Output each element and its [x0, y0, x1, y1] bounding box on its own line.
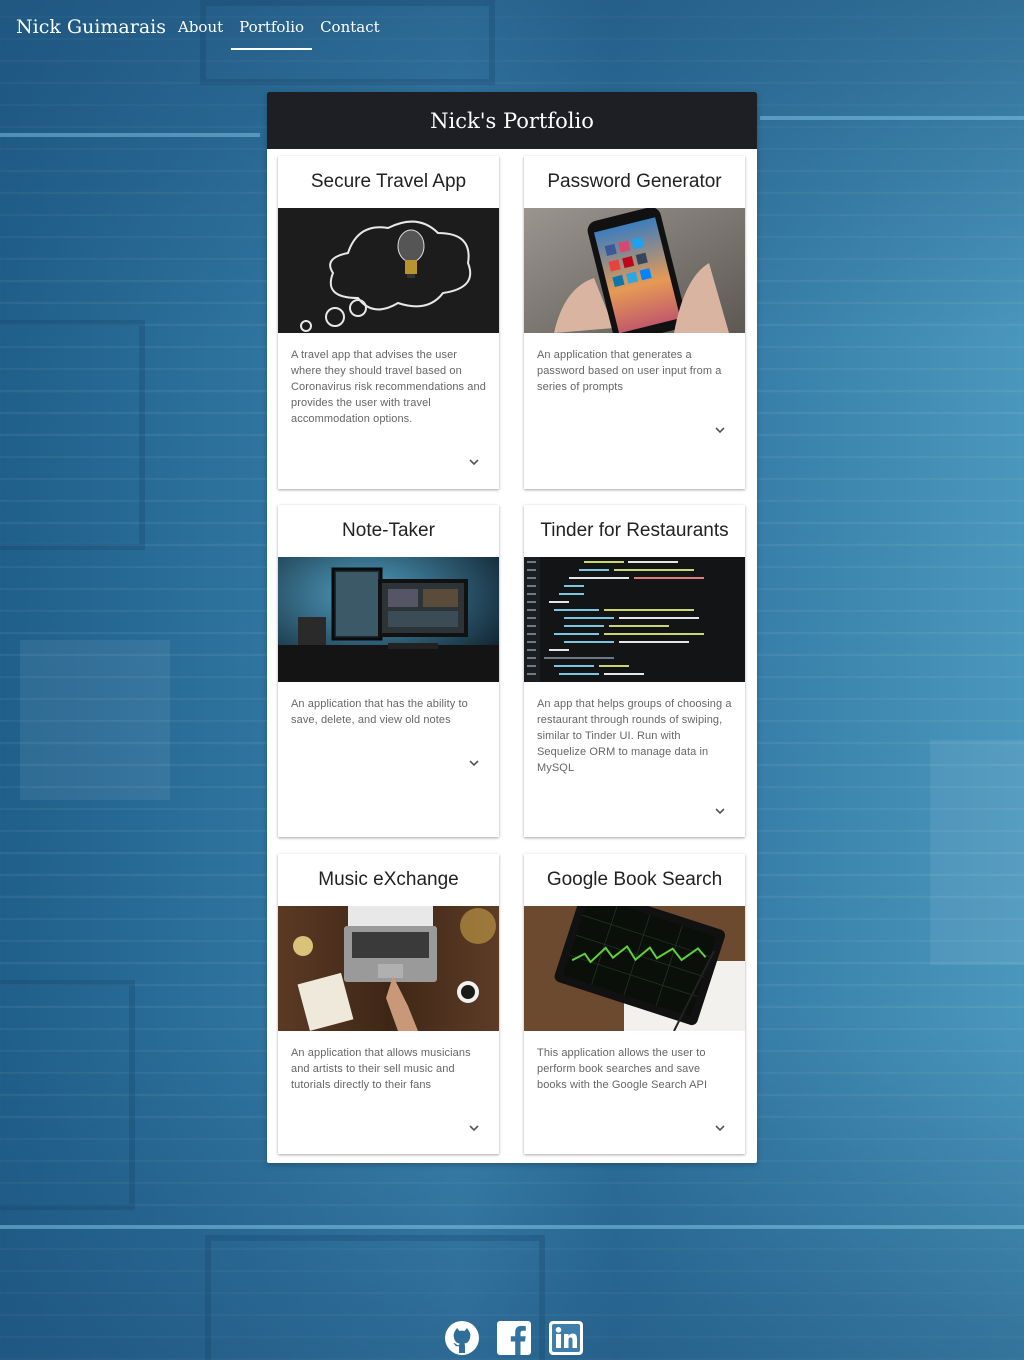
project-card-google-book-search: Google Book Search This application allo…: [524, 854, 745, 1154]
card-title: Google Book Search: [546, 869, 723, 890]
project-card-secure-travel-app: Secure Travel App A travel app that advi…: [278, 156, 499, 489]
nav-link-about[interactable]: About: [170, 0, 231, 50]
card-title: Note-Taker: [342, 520, 435, 541]
nav-links: About Portfolio Contact: [170, 0, 388, 50]
project-image[interactable]: [278, 557, 499, 682]
background-decor: [0, 320, 145, 550]
background-decor: [760, 116, 1024, 120]
github-icon[interactable]: [444, 1320, 480, 1356]
chevron-down-icon[interactable]: [714, 424, 726, 436]
card-description: This application allows the user to perf…: [537, 1047, 708, 1091]
chevron-down-icon[interactable]: [468, 757, 480, 769]
card-description: A travel app that advises the user where…: [291, 349, 486, 425]
portfolio-title: Nick's Portfolio: [267, 92, 757, 149]
nav-link-contact[interactable]: Contact: [312, 0, 388, 50]
card-description: An application that has the ability to s…: [291, 698, 468, 726]
project-image[interactable]: [524, 208, 745, 333]
card-description: An application that allows musicians and…: [291, 1047, 471, 1091]
project-card-note-taker: Note-Taker An application that has the a…: [278, 505, 499, 837]
chevron-down-icon[interactable]: [714, 1122, 726, 1134]
project-card-tinder-for-restaurants: Tinder for Restaurants An app that helps…: [524, 505, 745, 837]
facebook-icon[interactable]: [496, 1320, 532, 1356]
project-image[interactable]: [524, 906, 745, 1031]
card-title: Secure Travel App: [310, 171, 467, 192]
card-title: Tinder for Restaurants: [540, 520, 729, 541]
chevron-down-icon[interactable]: [468, 1122, 480, 1134]
social-links: [444, 1320, 584, 1356]
background-decor: [0, 980, 135, 1210]
background-decor: [930, 740, 1024, 965]
card-title: Music eXchange: [318, 869, 459, 890]
linkedin-icon[interactable]: [548, 1320, 584, 1356]
portfolio-panel: Nick's Portfolio Secure Travel App A tra…: [267, 92, 757, 1163]
project-card-music-exchange: Music eXchange An application that allow…: [278, 854, 499, 1154]
background-decor: [0, 133, 260, 137]
card-description: An app that helps groups of choosing a r…: [537, 698, 732, 774]
background-decor: [0, 1225, 1024, 1229]
card-title: Password Generator: [547, 171, 722, 192]
chevron-down-icon[interactable]: [468, 456, 480, 468]
site-brand[interactable]: Nick Guimarais: [16, 16, 166, 38]
project-image[interactable]: [278, 906, 499, 1031]
project-card-password-generator: Password Generator An application that g…: [524, 156, 745, 489]
chevron-down-icon[interactable]: [714, 805, 726, 817]
card-description: An application that generates a password…: [537, 349, 722, 393]
project-image[interactable]: [524, 557, 745, 682]
project-image[interactable]: [278, 208, 499, 333]
top-navbar: Nick Guimarais About Portfolio Contact: [0, 0, 1024, 56]
nav-link-portfolio[interactable]: Portfolio: [231, 0, 313, 50]
background-decor: [20, 640, 170, 800]
